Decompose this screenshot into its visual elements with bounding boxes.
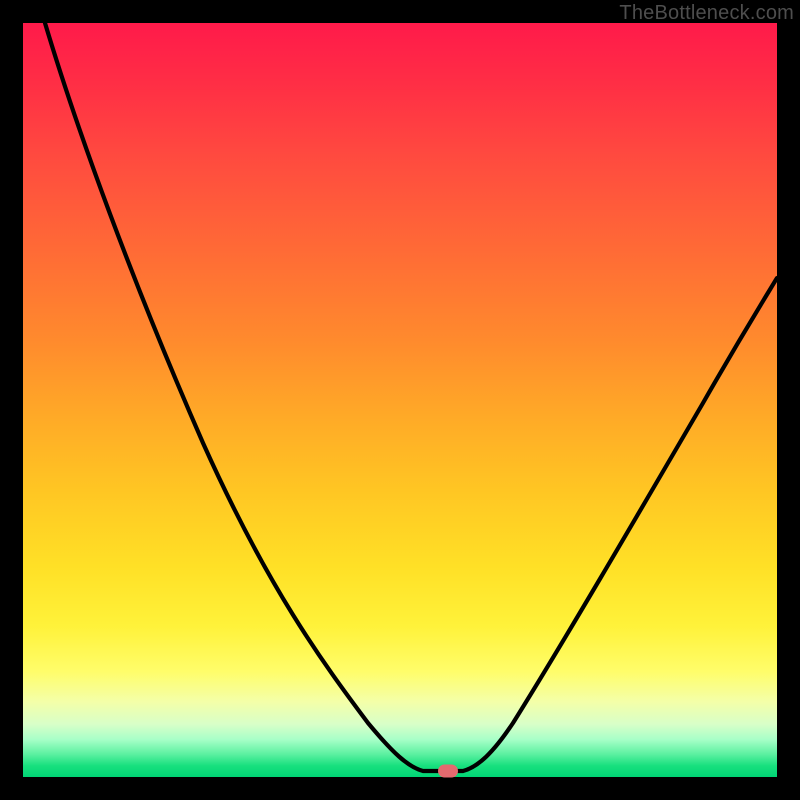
chart-frame: TheBottleneck.com: [0, 0, 800, 800]
bottleneck-curve: [23, 23, 777, 777]
watermark-text: TheBottleneck.com: [619, 2, 794, 25]
optimal-marker: [438, 765, 458, 778]
plot-area: [23, 23, 777, 777]
